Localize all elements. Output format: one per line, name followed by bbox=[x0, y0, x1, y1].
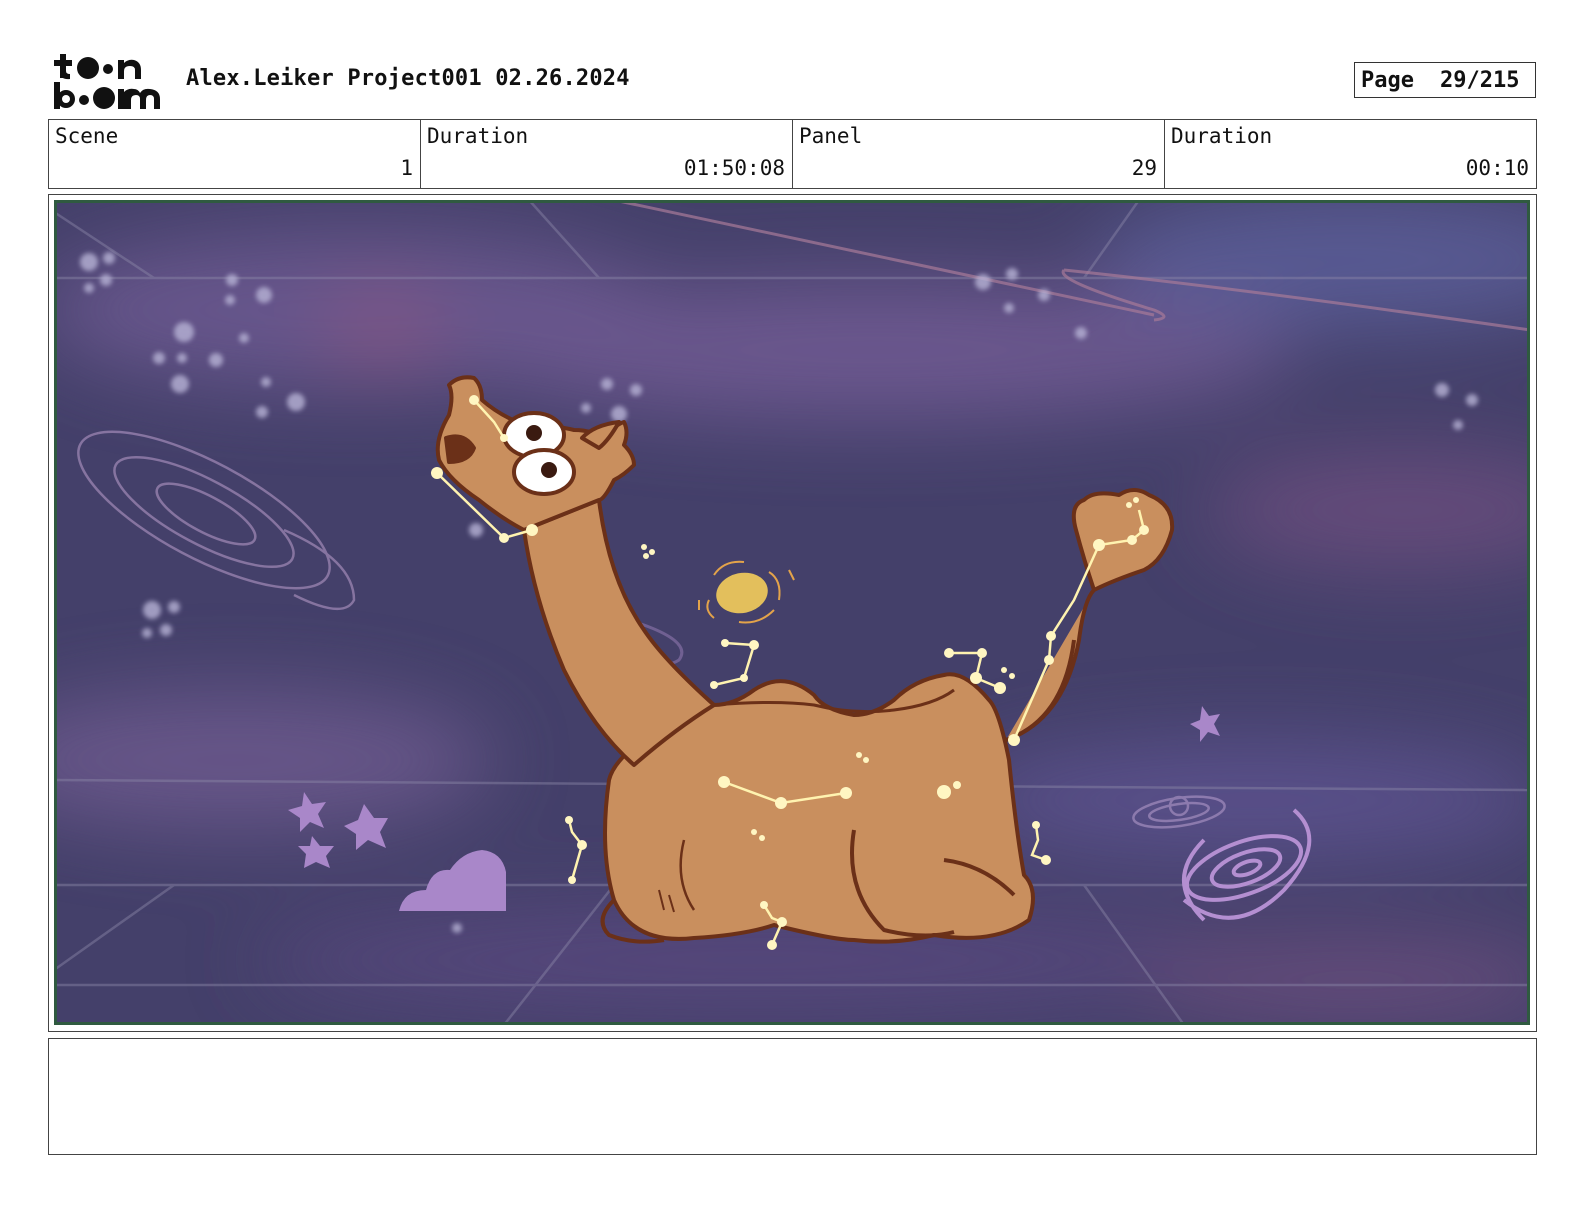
panel-label: Panel bbox=[799, 124, 863, 148]
panel-notes-box[interactable] bbox=[48, 1038, 1537, 1155]
panel-cell: Panel 29 bbox=[792, 120, 1164, 188]
panel-duration-value: 00:10 bbox=[1465, 156, 1529, 180]
toon-boom-logo bbox=[54, 54, 160, 109]
page-number: 29/215 bbox=[1439, 67, 1520, 93]
scene-value: 1 bbox=[400, 156, 413, 180]
storyboard-panel bbox=[48, 194, 1537, 1032]
scene-cell: Scene 1 bbox=[49, 120, 420, 188]
page-indicator: Page 29/215 bbox=[1354, 62, 1536, 98]
panel-illustration bbox=[54, 200, 1530, 1025]
scene-duration-label: Duration bbox=[427, 124, 529, 148]
scene-label: Scene bbox=[55, 124, 119, 148]
panel-duration-label: Duration bbox=[1171, 124, 1273, 148]
project-title: Alex.Leiker Project001 02.26.2024 bbox=[186, 66, 630, 91]
panel-info-table: Scene 1 Duration 01:50:08 Panel 29 Durat… bbox=[48, 119, 1537, 189]
scene-duration-cell: Duration 01:50:08 bbox=[420, 120, 792, 188]
panel-value: 29 bbox=[1131, 156, 1157, 180]
panel-duration-cell: Duration 00:10 bbox=[1164, 120, 1536, 188]
page-label: Page bbox=[1361, 67, 1414, 93]
scene-duration-value: 01:50:08 bbox=[683, 156, 785, 180]
